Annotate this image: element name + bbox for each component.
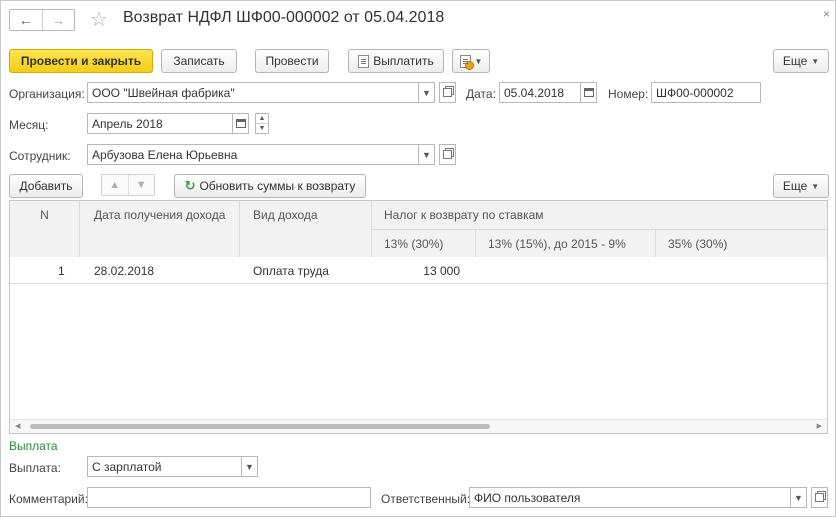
print-menu-button[interactable]: ▼ — [452, 49, 490, 73]
chevron-down-icon: ▼ — [811, 56, 820, 66]
column-header-tax-group: Налог к возврату по ставкам — [372, 201, 827, 229]
payment-dropdown-button[interactable]: ▼ — [241, 456, 258, 477]
month-calendar-button[interactable] — [232, 113, 249, 134]
chevron-up-icon[interactable]: ▲ — [256, 114, 268, 124]
responsible-field[interactable]: ФИО пользователя — [469, 487, 791, 508]
row-divider — [10, 283, 827, 284]
payment-label: Выплата: — [9, 461, 61, 475]
post-and-close-button[interactable]: Провести и закрыть — [9, 49, 153, 73]
employee-label: Сотрудник: — [9, 149, 71, 163]
chevron-down-icon: ▼ — [245, 461, 254, 472]
number-field[interactable]: ШФ00-000002 — [651, 82, 761, 103]
date-label: Дата: — [466, 87, 496, 101]
calendar-icon — [583, 88, 594, 97]
refresh-icon: ↻ — [184, 178, 196, 193]
responsible-dropdown-button[interactable]: ▼ — [790, 487, 807, 508]
forward-button[interactable]: → — [43, 10, 75, 30]
scrollbar-thumb[interactable] — [30, 424, 490, 429]
chevron-down-icon[interactable]: ▼ — [256, 124, 268, 133]
column-header-rate-13-15[interactable]: 13% (15%), до 2015 - 9% — [476, 230, 656, 257]
table-more-label: Еще — [782, 179, 808, 193]
add-row-button[interactable]: Добавить — [9, 174, 83, 198]
more-button[interactable]: Еще ▼ — [773, 49, 829, 73]
window-title: Возврат НДФЛ ШФ00-000002 от 05.04.2018 — [123, 9, 445, 26]
comment-label: Комментарий: — [9, 492, 88, 506]
chevron-down-icon: ▼ — [474, 56, 483, 66]
pay-button-label: Выплатить — [373, 54, 434, 68]
arrow-up-icon[interactable]: ▲ — [102, 175, 129, 195]
document-icon — [358, 54, 370, 68]
refresh-amounts-label: Обновить суммы к возврату — [199, 179, 356, 193]
more-button-label: Еще — [782, 54, 808, 68]
refund-table: N Дата получения дохода Вид дохода Налог… — [9, 200, 828, 434]
organization-dropdown-button[interactable]: ▼ — [418, 82, 435, 103]
scroll-left-icon[interactable]: ◀ — [15, 422, 20, 430]
organization-field[interactable]: ООО "Швейная фабрика" — [87, 82, 419, 103]
column-header-rate-35[interactable]: 35% (30%) — [656, 230, 827, 257]
payment-section-title: Выплата — [9, 439, 58, 453]
save-button[interactable]: Записать — [161, 49, 237, 73]
cell-income-type: Оплата труда — [253, 264, 329, 278]
arrow-down-icon[interactable]: ▼ — [129, 175, 155, 195]
payment-select[interactable]: С зарплатой — [87, 456, 242, 477]
post-button[interactable]: Провести — [255, 49, 329, 73]
cell-n: 1 — [58, 264, 65, 278]
cell-rate-13: 13 000 — [423, 264, 460, 278]
column-header-income-date[interactable]: Дата получения дохода — [80, 201, 240, 257]
comment-field[interactable] — [87, 487, 371, 508]
chevron-down-icon: ▼ — [422, 87, 431, 98]
back-button[interactable]: ← — [10, 10, 43, 30]
row-move-buttons: ▲ ▼ — [101, 174, 155, 196]
chevron-down-icon: ▼ — [422, 149, 431, 160]
horizontal-scrollbar[interactable]: ◀ ▶ — [10, 419, 827, 433]
organization-open-icon[interactable] — [439, 82, 456, 103]
pay-button[interactable]: Выплатить — [348, 49, 444, 73]
cell-income-date: 28.02.2018 — [94, 264, 155, 278]
chevron-down-icon: ▼ — [811, 181, 820, 191]
print-settings-icon — [459, 54, 474, 70]
employee-dropdown-button[interactable]: ▼ — [418, 144, 435, 165]
table-more-button[interactable]: Еще ▼ — [773, 174, 829, 198]
document-window: ← → ☆ Возврат НДФЛ ШФ00-000002 от 05.04.… — [0, 0, 836, 517]
employee-open-icon[interactable] — [439, 144, 456, 165]
column-header-rate-13[interactable]: 13% (30%) — [372, 230, 476, 257]
scroll-right-icon[interactable]: ▶ — [817, 422, 822, 430]
refresh-amounts-button[interactable]: ↻ Обновить суммы к возврату — [174, 174, 366, 198]
calendar-icon — [235, 119, 246, 128]
date-calendar-button[interactable] — [580, 82, 597, 103]
column-header-income-type[interactable]: Вид дохода — [240, 201, 372, 257]
close-icon[interactable]: × — [823, 7, 830, 21]
responsible-open-icon[interactable] — [811, 487, 828, 508]
navigation-buttons: ← → — [9, 9, 75, 31]
responsible-label: Ответственный: — [381, 492, 471, 506]
employee-field[interactable]: Арбузова Елена Юрьевна — [87, 144, 419, 165]
number-label: Номер: — [608, 87, 649, 101]
column-header-n[interactable]: N — [10, 201, 80, 257]
month-field[interactable]: Апрель 2018 — [87, 113, 233, 134]
favorite-star-icon[interactable]: ☆ — [90, 7, 108, 32]
organization-label: Организация: — [9, 87, 85, 101]
date-field[interactable]: 05.04.2018 — [499, 82, 581, 103]
month-stepper[interactable]: ▲ ▼ — [255, 113, 269, 134]
month-label: Месяц: — [9, 118, 49, 132]
chevron-down-icon: ▼ — [794, 492, 803, 503]
